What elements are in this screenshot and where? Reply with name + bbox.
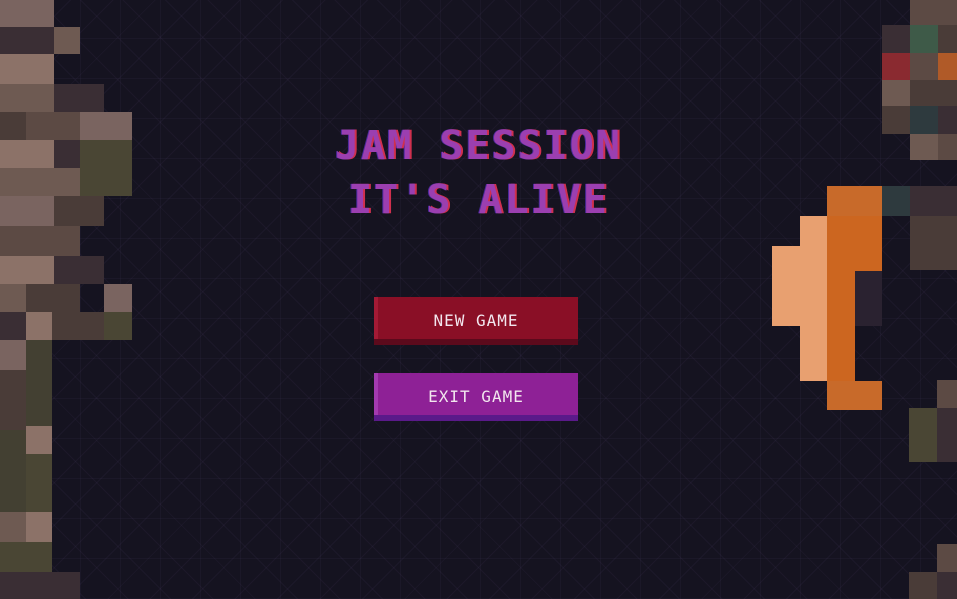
right-lower-character-sprite xyxy=(909,380,957,599)
new-game-button[interactable]: NEW GAME xyxy=(374,297,578,345)
exit-game-button[interactable]: EXIT GAME xyxy=(374,373,578,421)
main-menu-screen: JAM SESSION IT'S ALIVE NEW GAME EXIT GAM… xyxy=(0,0,957,599)
left-character-sprite xyxy=(0,0,132,599)
game-subtitle: IT'S ALIVE xyxy=(348,177,609,223)
game-title: JAM SESSION xyxy=(335,123,622,169)
